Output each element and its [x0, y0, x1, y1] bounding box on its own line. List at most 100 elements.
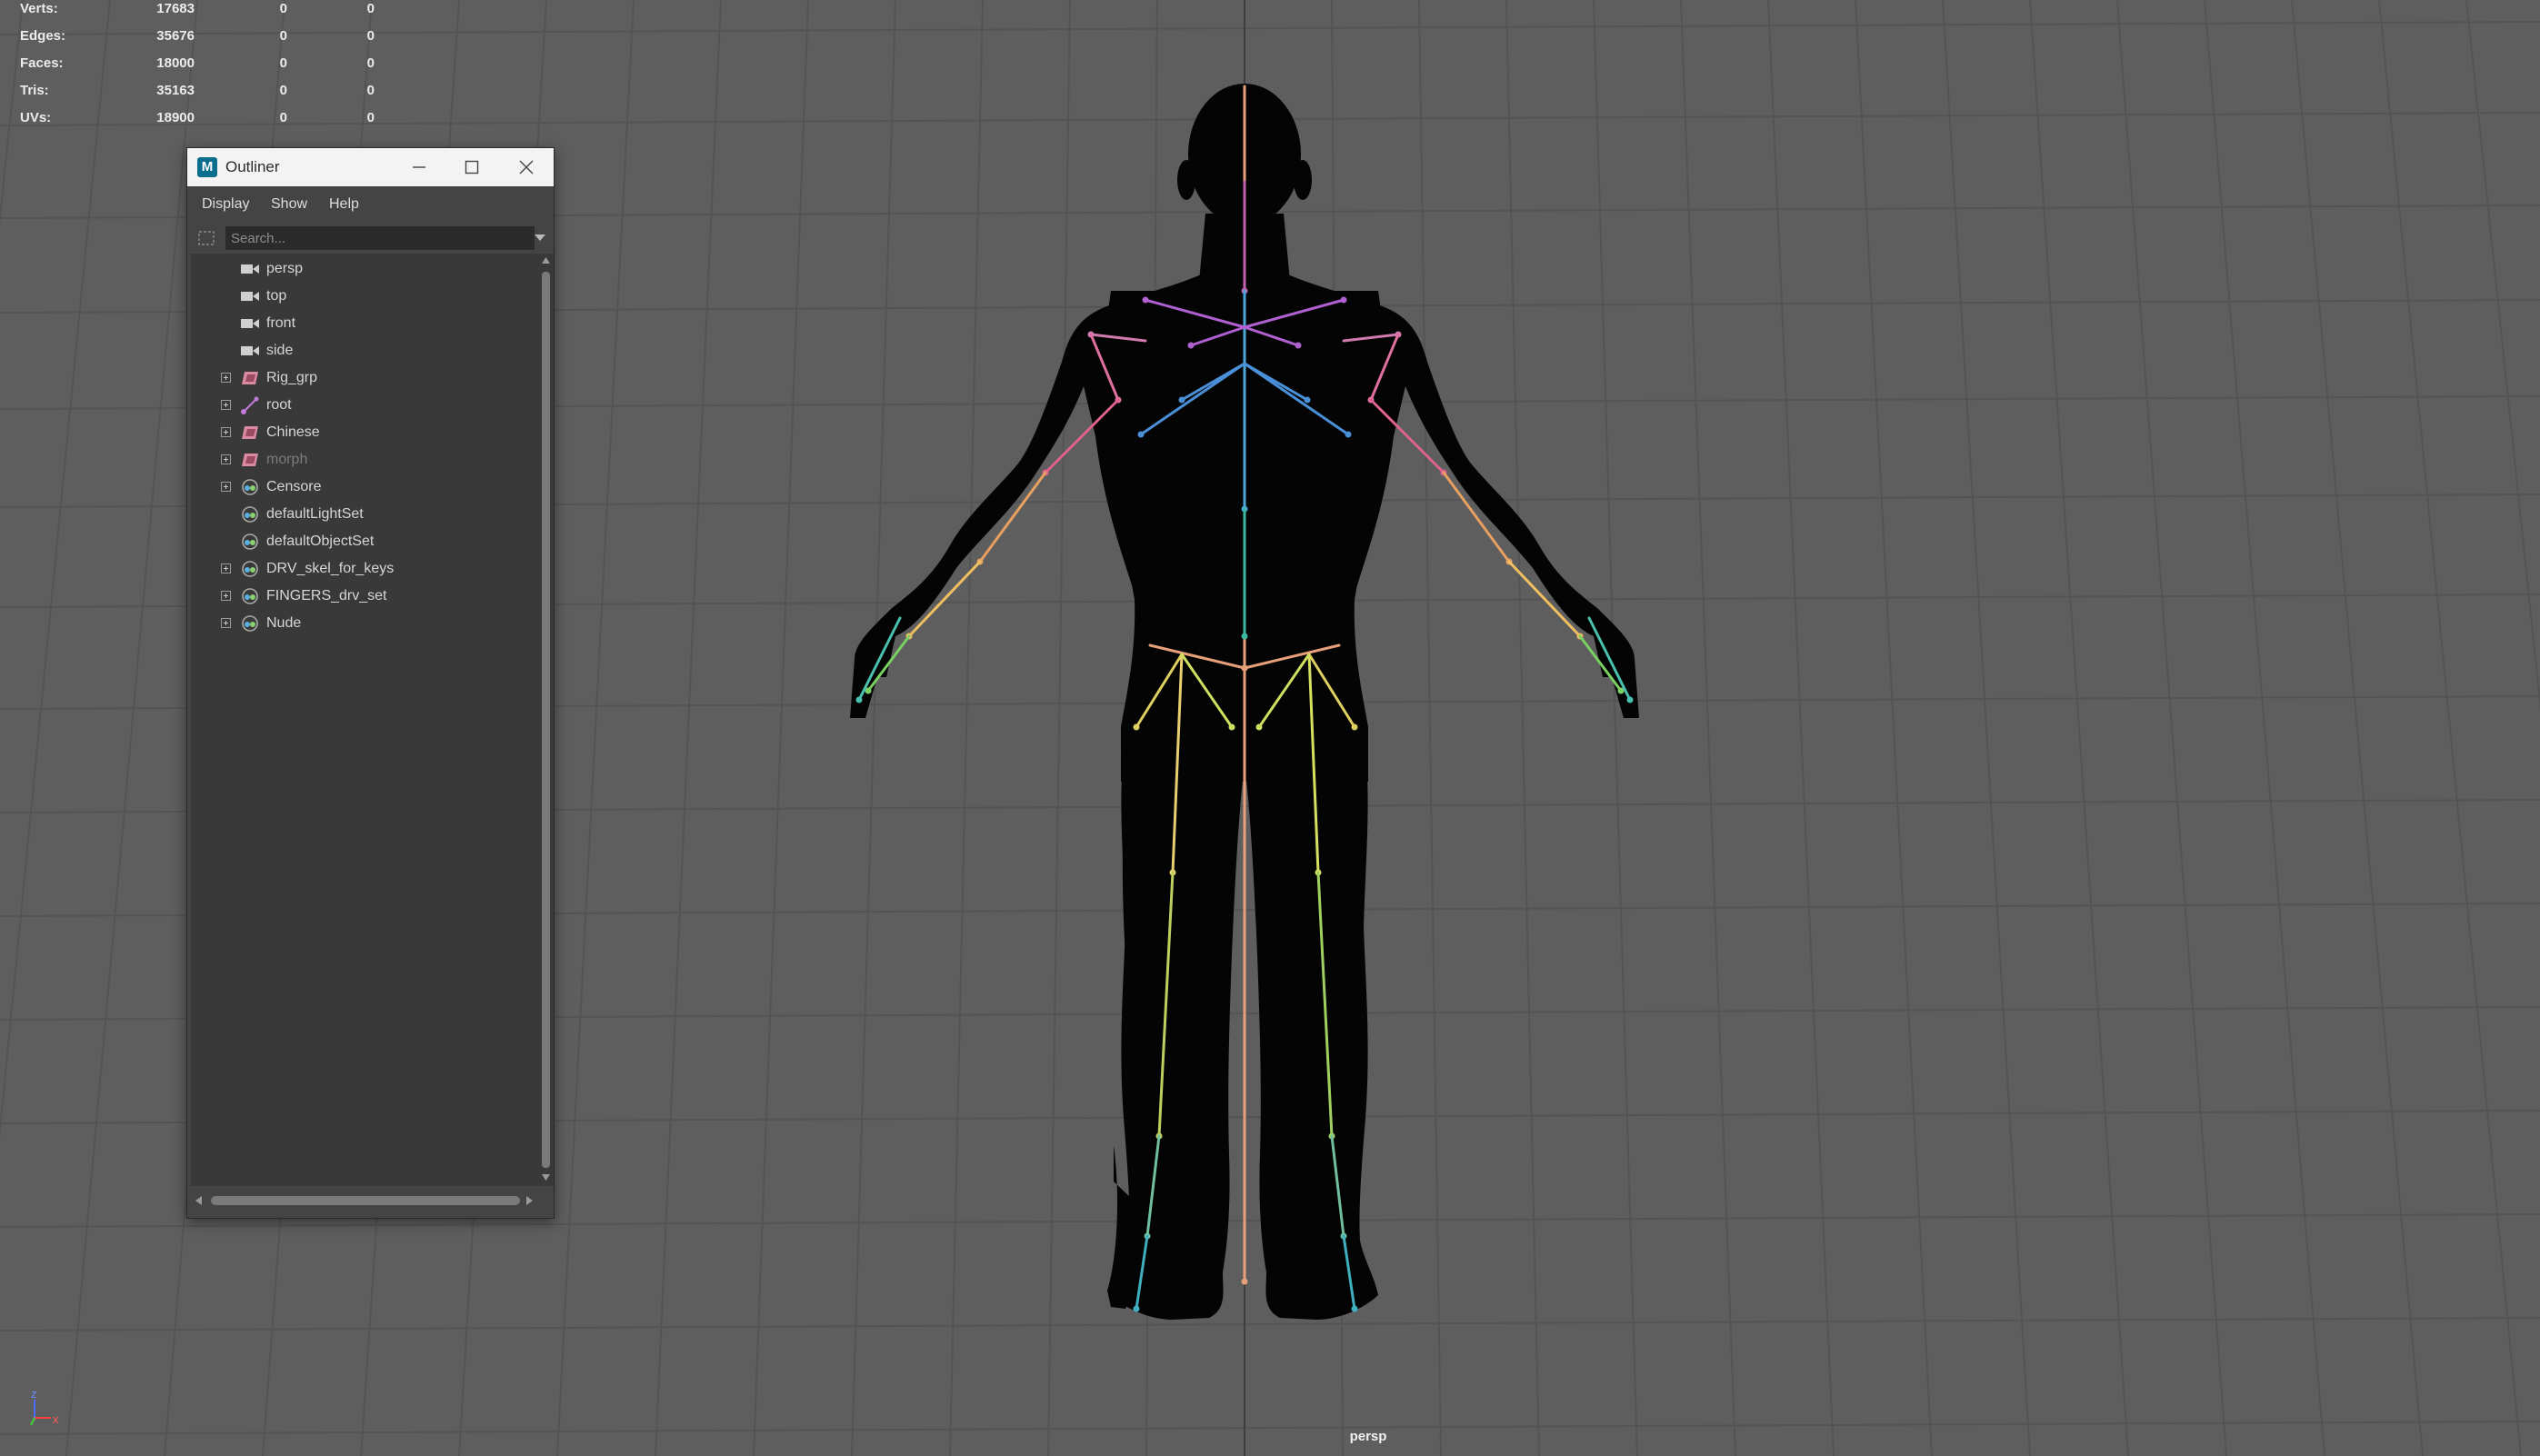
joint[interactable]: [1137, 431, 1145, 438]
joint[interactable]: [1351, 723, 1358, 731]
skeleton-rig[interactable]: [855, 85, 1634, 1312]
expand-plus-icon[interactable]: [221, 618, 231, 628]
hud-value: 35676: [156, 28, 195, 44]
joint[interactable]: [1241, 1278, 1248, 1285]
hud-value: 17683: [156, 1, 195, 16]
expand-plus-icon[interactable]: [221, 400, 231, 410]
camera-icon: [240, 314, 260, 333]
close-button[interactable]: [499, 148, 554, 186]
outliner-item-censore[interactable]: Censore: [191, 474, 538, 501]
hud-label: UVs:: [20, 110, 52, 125]
joint[interactable]: [1133, 1305, 1140, 1312]
outliner-titlebar[interactable]: M Outliner: [187, 148, 554, 186]
hud-value: 0: [366, 83, 375, 98]
outliner-item-morph[interactable]: morph: [191, 446, 538, 474]
scroll-up-icon[interactable]: [541, 256, 551, 264]
joint[interactable]: [1187, 342, 1195, 349]
joint[interactable]: [1178, 396, 1185, 404]
outliner-tree[interactable]: persp top front side Rig_grproot Chinese morph…: [191, 254, 538, 1186]
group-icon: [240, 369, 260, 387]
hud-label: Tris:: [20, 83, 49, 98]
joint[interactable]: [1241, 664, 1248, 672]
outliner-item-persp[interactable]: persp: [191, 255, 538, 283]
joint[interactable]: [1340, 296, 1347, 304]
expand-plus-icon[interactable]: [221, 373, 231, 383]
outliner-item-side[interactable]: side: [191, 337, 538, 364]
outliner-item-label: front: [266, 315, 296, 331]
outliner-item-label: persp: [266, 261, 304, 276]
outliner-item-label: root: [266, 397, 292, 413]
joint[interactable]: [1142, 296, 1149, 304]
outliner-item-label: defaultObjectSet: [266, 534, 375, 549]
joint[interactable]: [855, 696, 863, 703]
outliner-item-label: side: [266, 343, 294, 358]
axis-z-label: z: [31, 1387, 37, 1401]
scroll-down-icon[interactable]: [541, 1173, 551, 1182]
camera-icon: [240, 287, 260, 305]
horizontal-scrollbar[interactable]: [191, 1186, 538, 1215]
hud-value: 18900: [156, 110, 195, 125]
set-icon: [240, 478, 260, 496]
window-title: Outliner: [225, 158, 280, 175]
joint[interactable]: [1228, 723, 1235, 731]
hud-value: 0: [366, 55, 375, 71]
set-icon: [240, 560, 260, 578]
outliner-item-label: morph: [266, 452, 308, 467]
expand-plus-icon[interactable]: [221, 427, 231, 437]
search-input[interactable]: [225, 226, 535, 250]
hud-value: 0: [366, 110, 375, 125]
maya-app-icon: M: [197, 157, 217, 177]
menu-help[interactable]: Help: [329, 186, 359, 223]
outliner-item-rig-grp[interactable]: Rig_grp: [191, 364, 538, 392]
hud-label: Verts:: [20, 1, 58, 16]
outliner-item-nude[interactable]: Nude: [191, 610, 538, 637]
horizontal-scroll-thumb[interactable]: [211, 1196, 520, 1205]
outliner-item-label: DRV_skel_for_keys: [266, 561, 395, 576]
hud-value: 35163: [156, 83, 195, 98]
outliner-item-label: Rig_grp: [266, 370, 318, 385]
filter-icon[interactable]: [196, 229, 216, 247]
camera-icon: [240, 260, 260, 278]
joint[interactable]: [1304, 396, 1311, 404]
menu-show[interactable]: Show: [271, 186, 307, 223]
set-icon: [240, 614, 260, 633]
outliner-item-drv-skel-for-keys[interactable]: DRV_skel_for_keys: [191, 555, 538, 583]
vertical-scroll-thumb[interactable]: [542, 272, 550, 1168]
search-options-chevron-down-icon[interactable]: [534, 234, 546, 243]
joint[interactable]: [1241, 633, 1248, 640]
joint[interactable]: [1255, 723, 1263, 731]
joint-icon: [240, 396, 260, 414]
outliner-item-fingers-drv-set[interactable]: FINGERS_drv_set: [191, 583, 538, 610]
hud-value: 0: [279, 1, 287, 16]
maximize-button[interactable]: [445, 148, 499, 186]
group-icon: [240, 424, 260, 442]
joint[interactable]: [1351, 1305, 1358, 1312]
outliner-item-top[interactable]: top: [191, 283, 538, 310]
hud-label: Faces:: [20, 55, 64, 71]
camera-icon: [240, 342, 260, 360]
search-row: [187, 223, 554, 254]
outliner-item-front[interactable]: front: [191, 310, 538, 337]
outliner-item-defaultlightset[interactable]: defaultLightSet: [191, 501, 538, 528]
joint[interactable]: [1345, 431, 1352, 438]
expand-plus-icon[interactable]: [221, 482, 231, 492]
expand-plus-icon[interactable]: [221, 591, 231, 601]
expand-plus-icon[interactable]: [221, 563, 231, 573]
menu-display[interactable]: Display: [202, 186, 249, 223]
scroll-left-icon[interactable]: [195, 1195, 203, 1206]
scroll-right-icon[interactable]: [525, 1195, 534, 1206]
vertical-scrollbar[interactable]: [538, 254, 554, 1186]
outliner-item-root[interactable]: root: [191, 392, 538, 419]
hud-label: Edges:: [20, 28, 66, 44]
joint[interactable]: [1295, 342, 1302, 349]
outliner-item-chinese[interactable]: Chinese: [191, 419, 538, 446]
hud-value: 0: [366, 1, 375, 16]
joint[interactable]: [1133, 723, 1140, 731]
outliner-item-defaultobjectset[interactable]: defaultObjectSet: [191, 528, 538, 555]
joint[interactable]: [1626, 696, 1634, 703]
hud-value: 0: [279, 55, 287, 71]
minimize-button[interactable]: [392, 148, 446, 186]
set-icon: [240, 505, 260, 524]
expand-plus-icon[interactable]: [221, 454, 231, 464]
outliner-window[interactable]: M Outliner Display Show Help persp top fro…: [186, 147, 555, 1219]
